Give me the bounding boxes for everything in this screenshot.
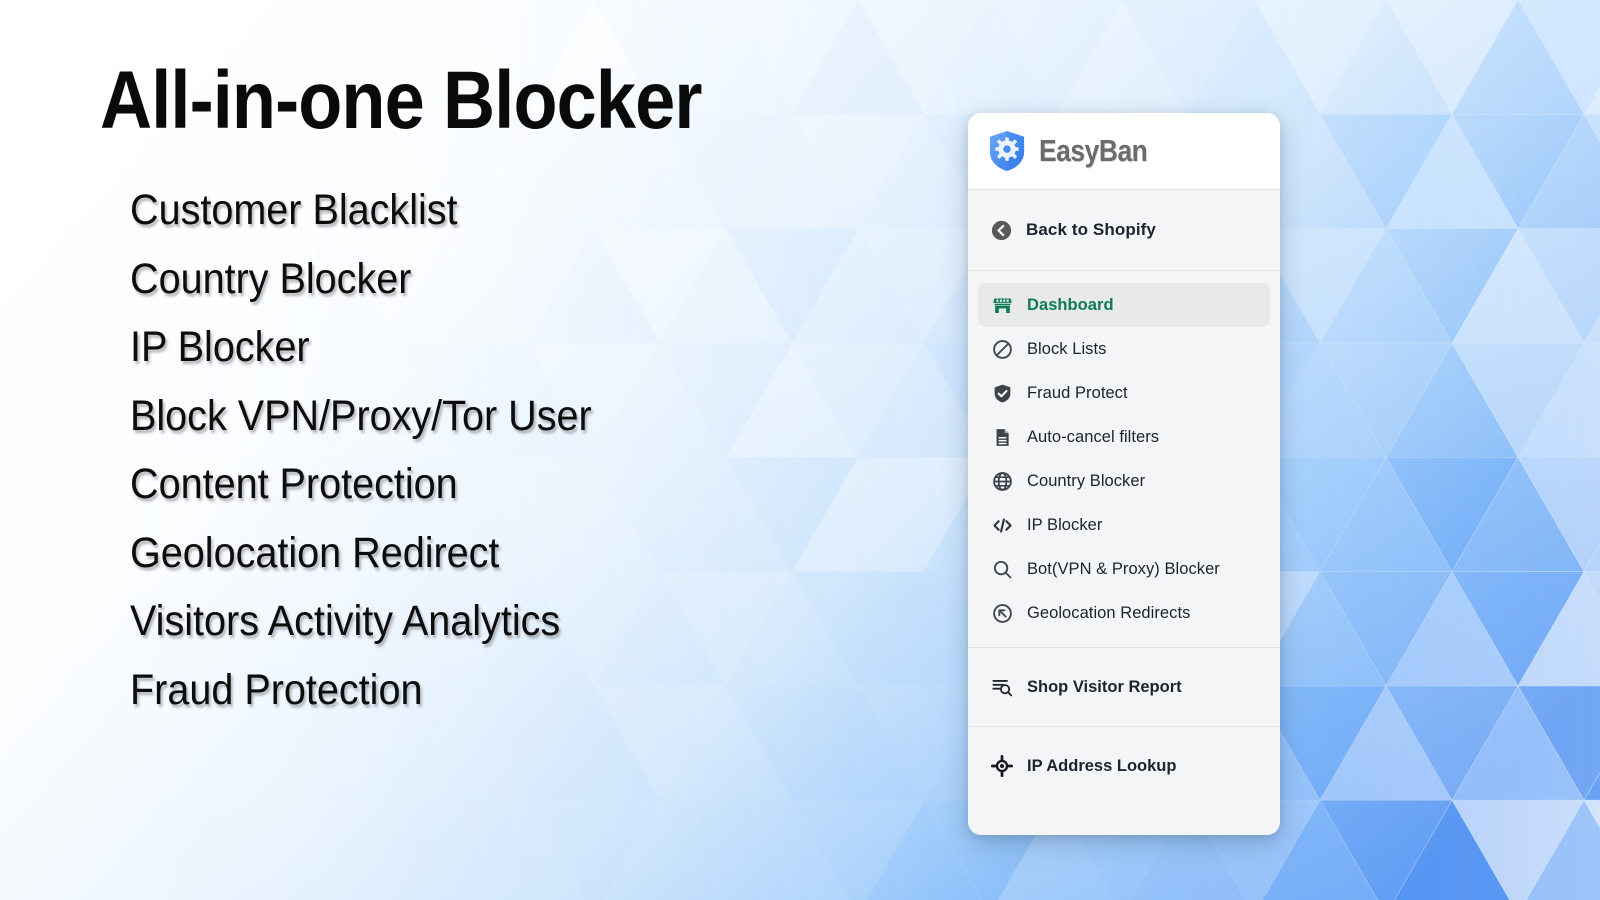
nav-item-label: Auto-cancel filters xyxy=(1027,427,1160,446)
nav-item-fraud-protect[interactable]: Fraud Protect xyxy=(978,371,1270,415)
globe-icon xyxy=(991,470,1013,492)
feature-item: Customer Blacklist xyxy=(130,186,458,234)
brand-name: EasyBan xyxy=(1039,133,1148,168)
nav-item-label: Fraud Protect xyxy=(1027,383,1128,402)
back-to-shopify-label: Back to Shopify xyxy=(1026,220,1156,239)
nav-item-geolocation-redirects[interactable]: Geolocation Redirects xyxy=(978,591,1270,635)
nav-item-auto-cancel-filters[interactable]: Auto-cancel filters xyxy=(978,415,1270,459)
feature-item: Geolocation Redirect xyxy=(130,528,500,577)
nav-item-label: Geolocation Redirects xyxy=(1027,603,1191,622)
feature-item: IP Blocker xyxy=(130,323,310,371)
nav-item-label: Bot(VPN & Proxy) Blocker xyxy=(1027,559,1220,578)
nav-item-label: Dashboard xyxy=(1027,295,1114,314)
nav-item-label: IP Blocker xyxy=(1027,515,1103,534)
ip-address-lookup-label: IP Address Lookup xyxy=(1027,756,1177,775)
shop-visitor-report-item[interactable]: Shop Visitor Report xyxy=(968,648,1280,726)
block-circle-icon xyxy=(991,338,1013,360)
hero-section: All-in-one Blocker Customer Blacklist Co… xyxy=(0,0,960,900)
feature-item: Visitors Activity Analytics xyxy=(130,597,561,645)
nav-item-ip-blocker[interactable]: IP Blocker xyxy=(978,503,1270,547)
ip-address-lookup-item[interactable]: IP Address Lookup xyxy=(968,727,1280,805)
feature-item: Content Protection xyxy=(130,460,458,508)
document-icon xyxy=(991,426,1013,448)
back-circle-icon xyxy=(991,220,1012,240)
nav-item-label: Country Blocker xyxy=(1027,471,1146,490)
report-search-icon xyxy=(991,676,1013,698)
nav-item-block-lists[interactable]: Block Lists xyxy=(978,327,1270,371)
feature-list: Customer Blacklist Country Blocker IP Bl… xyxy=(130,176,632,724)
shop-visitor-report-label: Shop Visitor Report xyxy=(1027,677,1182,696)
shield-check-icon xyxy=(991,382,1013,404)
crosshair-icon xyxy=(991,755,1013,777)
store-icon xyxy=(991,294,1013,316)
page-title: All-in-one Blocker xyxy=(100,55,702,146)
back-to-shopify-button[interactable]: Back to Shopify xyxy=(968,190,1280,270)
nav-item-dashboard[interactable]: Dashboard xyxy=(978,283,1270,327)
panel-header: EasyBan xyxy=(968,113,1280,189)
feature-item: Block VPN/Proxy/Tor User xyxy=(130,391,592,440)
nav-list: Dashboard Block Lists Fraud Protect Auto… xyxy=(968,271,1280,647)
search-icon xyxy=(991,558,1013,580)
feature-item: Fraud Protection xyxy=(130,665,423,714)
code-brackets-icon xyxy=(991,514,1013,536)
nav-item-label: Block Lists xyxy=(1027,339,1107,358)
feature-item: Country Blocker xyxy=(130,254,412,303)
shield-gear-icon xyxy=(989,131,1025,171)
arrow-circle-icon xyxy=(991,602,1013,624)
app-menu-panel: EasyBan Back to Shopify Dashboard Block … xyxy=(968,113,1280,835)
nav-item-country-blocker[interactable]: Country Blocker xyxy=(978,459,1270,503)
nav-item-bot-blocker[interactable]: Bot(VPN & Proxy) Blocker xyxy=(978,547,1270,591)
